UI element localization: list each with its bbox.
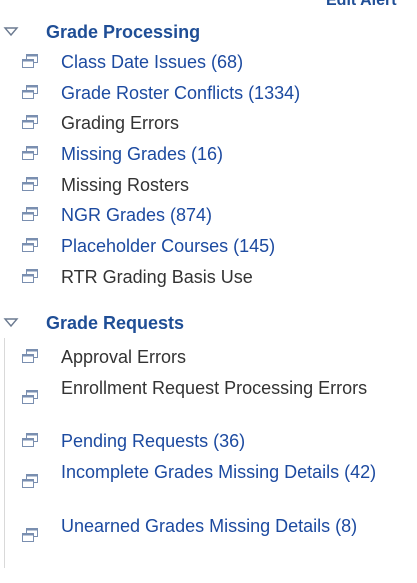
window-icon	[22, 146, 38, 160]
item-label[interactable]: Placeholder Courses (145)	[61, 235, 275, 257]
window-icon	[22, 238, 38, 252]
section-title-grade-requests: Grade Requests	[46, 313, 185, 333]
item-label[interactable]: Grade Roster Conflicts (1334)	[61, 82, 300, 104]
item-label[interactable]: Class Date Issues (68)	[61, 51, 243, 73]
item-label: RTR Grading Basis Use	[61, 267, 253, 287]
window-icon	[22, 54, 38, 68]
item-label: Grading Errors	[61, 113, 180, 133]
window-icon	[22, 528, 38, 542]
edit-alert-link[interactable]: Edit Alert	[326, 0, 397, 10]
window-icon	[22, 177, 38, 191]
triangle-down-icon[interactable]	[3, 24, 19, 40]
item-label[interactable]: Pending Requests (36)	[61, 430, 245, 452]
item-label: Approval Errors	[61, 347, 187, 367]
window-icon	[22, 474, 38, 488]
window-icon	[22, 269, 38, 283]
window-icon	[22, 115, 38, 129]
tree-guide-line	[4, 338, 5, 568]
item-label: Missing Rosters	[61, 175, 190, 195]
window-icon	[22, 433, 38, 447]
window-icon	[22, 349, 38, 363]
item-label[interactable]: NGR Grades (874)	[61, 204, 212, 226]
section-title-grade-processing: Grade Processing	[46, 22, 201, 42]
triangle-down-icon[interactable]	[3, 315, 19, 331]
window-icon	[22, 207, 38, 221]
window-icon	[22, 390, 38, 404]
item-label[interactable]: Unearned Grades Missing Details (8)	[61, 515, 391, 537]
item-label[interactable]: Missing Grades (16)	[61, 143, 223, 165]
item-label: Enrollment Request Processing Errors	[61, 378, 368, 398]
window-icon	[22, 85, 38, 99]
item-label[interactable]: Incomplete Grades Missing Details (42)	[61, 461, 391, 483]
